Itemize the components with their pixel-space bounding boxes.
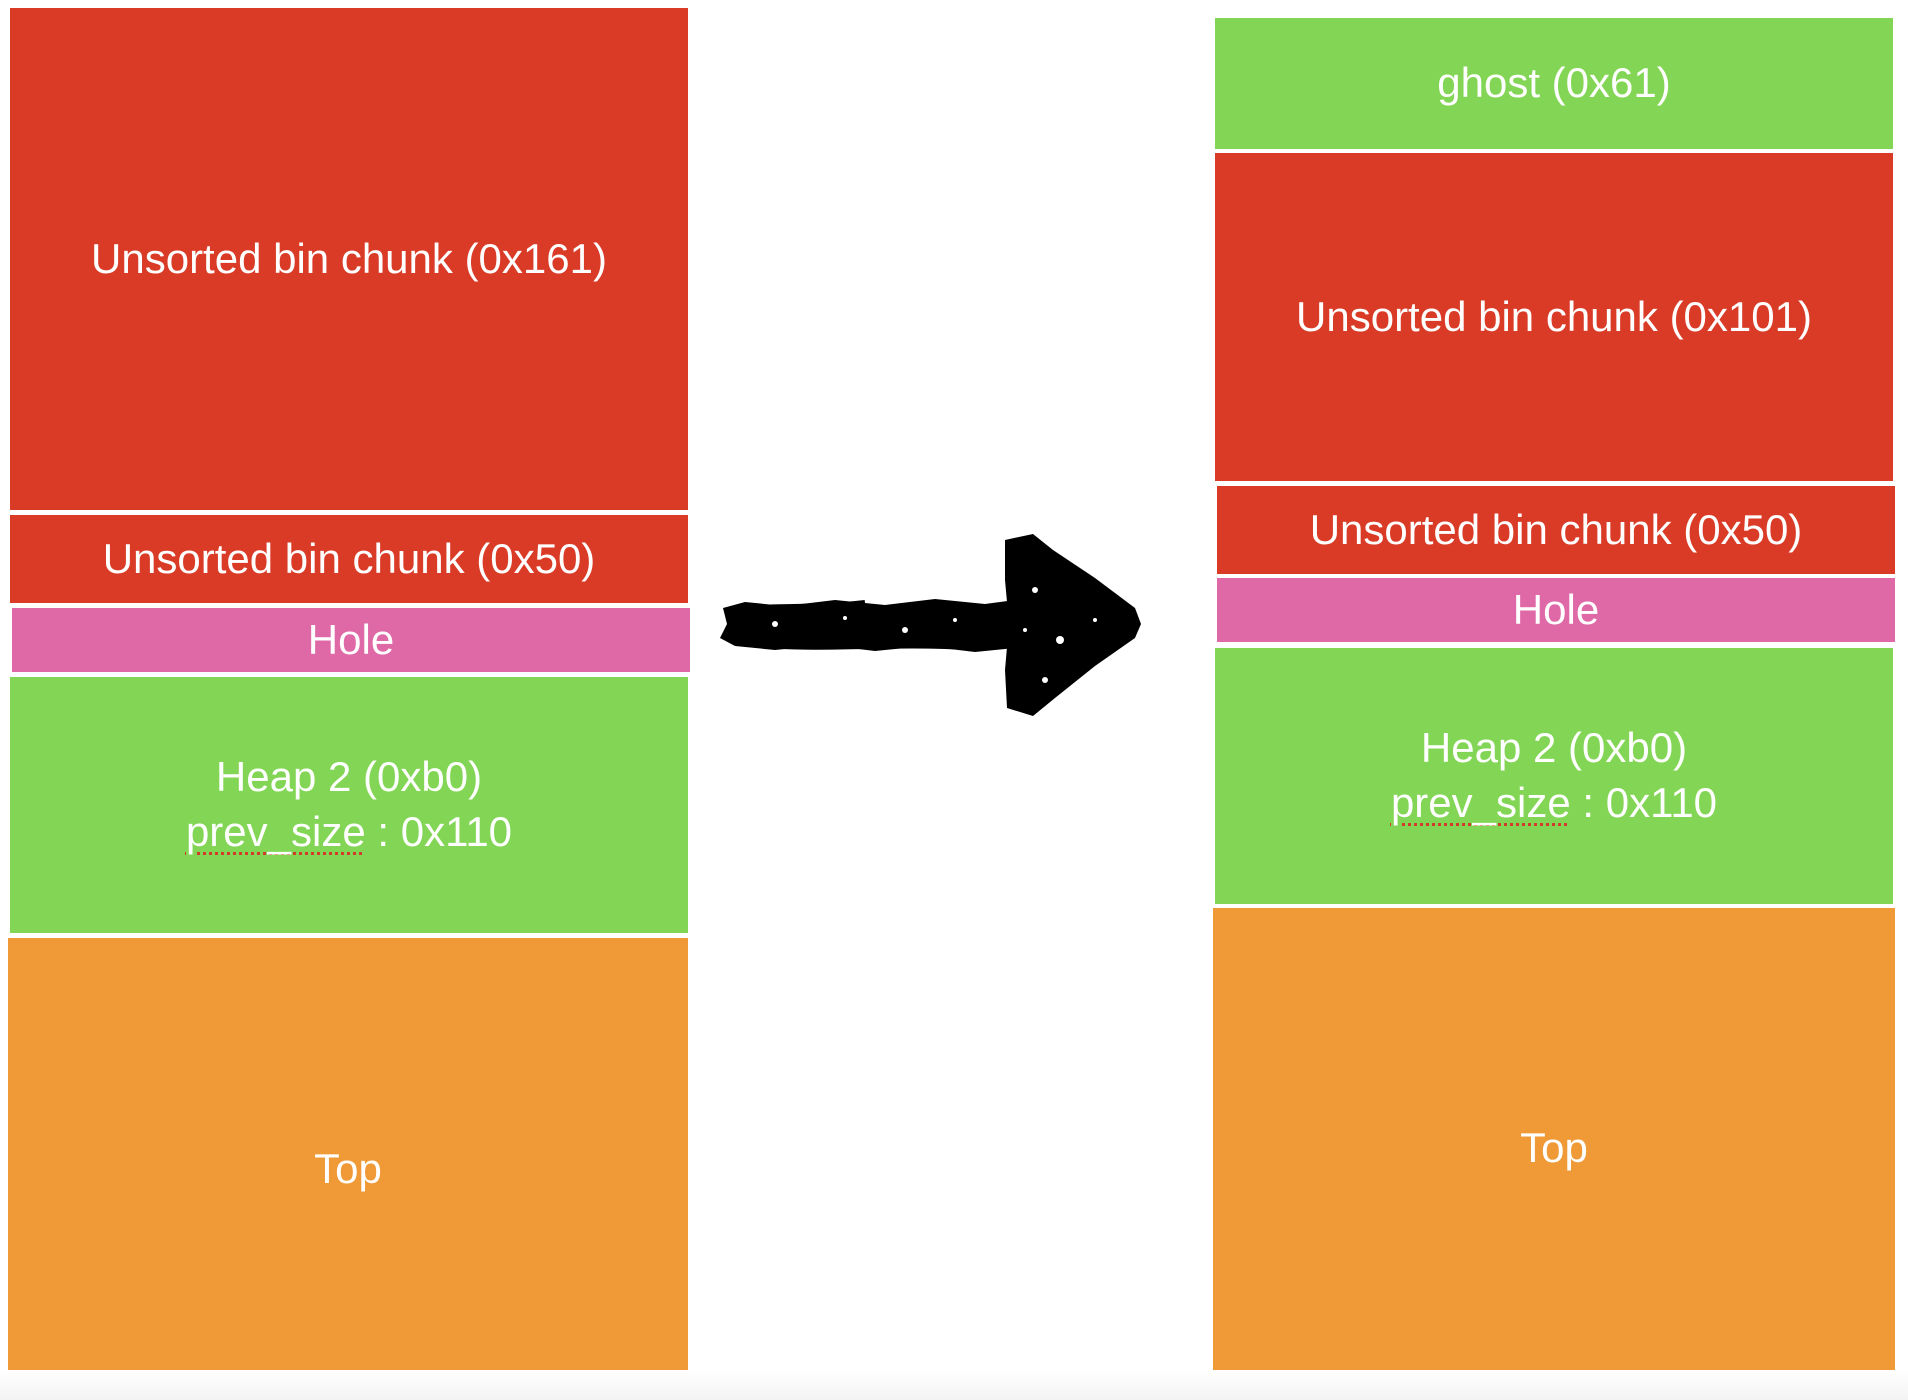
heap2-title: Heap 2 (0xb0) <box>1420 724 1688 772</box>
right-arrow-icon <box>720 534 1141 716</box>
hole-label: Hole <box>1512 585 1600 633</box>
heap2-chunk: Heap 2 (0xb0) prev_size : 0x110 <box>10 677 688 933</box>
top-label: Top <box>314 1144 382 1192</box>
prev-size-label: prev_size <box>1390 779 1571 826</box>
hole-label: Hole <box>307 615 395 663</box>
hole-chunk: Hole <box>12 608 690 672</box>
heap2-chunk: Heap 2 (0xb0) prev_size : 0x110 <box>1215 648 1893 904</box>
unsorted-chunk-0x101: Unsorted bin chunk (0x101) <box>1215 153 1893 481</box>
ghost-chunk: ghost (0x61) <box>1215 18 1893 149</box>
heap2-prev-size: prev_size : 0x110 <box>1391 776 1717 831</box>
unsorted-chunk-label: Unsorted bin chunk (0x161) <box>91 234 607 282</box>
prev-size-label: prev_size <box>185 808 366 855</box>
bottom-shadow <box>0 1370 1908 1400</box>
prev-size-value: : 0x110 <box>365 808 513 855</box>
heap2-prev-size: prev_size : 0x110 <box>186 805 512 860</box>
unsorted-chunk-0x161: Unsorted bin chunk (0x161) <box>10 8 688 510</box>
hole-chunk: Hole <box>1217 578 1895 642</box>
top-chunk: Top <box>8 938 688 1400</box>
top-chunk: Top <box>1213 908 1895 1388</box>
prev-size-value: : 0x110 <box>1570 779 1718 826</box>
unsorted-chunk-0x50: Unsorted bin chunk (0x50) <box>1217 486 1895 574</box>
unsorted-chunk-0x50: Unsorted bin chunk (0x50) <box>10 515 688 603</box>
ghost-label: ghost (0x61) <box>1437 59 1671 107</box>
heap2-title: Heap 2 (0xb0) <box>215 753 483 801</box>
unsorted-chunk-label: Unsorted bin chunk (0x101) <box>1296 292 1812 340</box>
unsorted-chunk-label: Unsorted bin chunk (0x50) <box>1309 505 1803 553</box>
top-label: Top <box>1520 1123 1588 1171</box>
unsorted-chunk-label: Unsorted bin chunk (0x50) <box>102 534 596 582</box>
